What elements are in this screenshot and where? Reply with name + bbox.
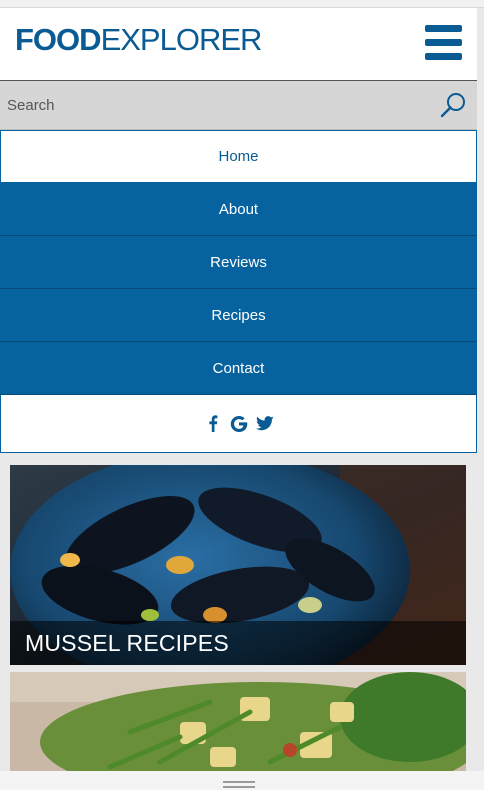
site-logo[interactable]: FOODEXPLORER (15, 22, 263, 58)
nav-item-reviews[interactable]: Reviews (0, 236, 477, 289)
facebook-icon[interactable] (204, 415, 222, 433)
social-links (0, 395, 477, 453)
hamburger-bar (425, 25, 462, 32)
nav-item-home[interactable]: Home (0, 130, 477, 183)
hamburger-bar (425, 39, 462, 46)
logo-text-food: FOOD (15, 22, 102, 57)
handle-line (223, 786, 255, 788)
nav-item-about[interactable]: About (0, 183, 477, 236)
bottom-drawer-bar (0, 771, 484, 790)
handle-line (223, 781, 255, 783)
card-title: MUSSEL RECIPES (10, 621, 466, 665)
recipe-card-mussels[interactable]: MUSSEL RECIPES (10, 465, 466, 665)
potato-green-bean-salad-photo (10, 672, 466, 772)
nav-item-contact[interactable]: Contact (0, 342, 477, 395)
main-navigation: Home About Reviews Recipes Contact (0, 130, 477, 453)
browser-top-strip (0, 0, 484, 8)
logo-text-explorer: EXPLORER (100, 22, 263, 57)
search-bar (0, 81, 477, 130)
hamburger-bar (425, 53, 462, 60)
drag-handle-icon[interactable] (223, 781, 255, 788)
site-header: FOODEXPLORER (0, 8, 477, 81)
hamburger-menu-icon[interactable] (425, 25, 462, 60)
google-icon[interactable] (230, 415, 248, 433)
twitter-icon[interactable] (255, 415, 274, 433)
search-input[interactable] (0, 81, 430, 129)
nav-item-recipes[interactable]: Recipes (0, 289, 477, 342)
recipe-card-salad[interactable] (10, 672, 466, 772)
search-icon[interactable] (440, 92, 466, 118)
